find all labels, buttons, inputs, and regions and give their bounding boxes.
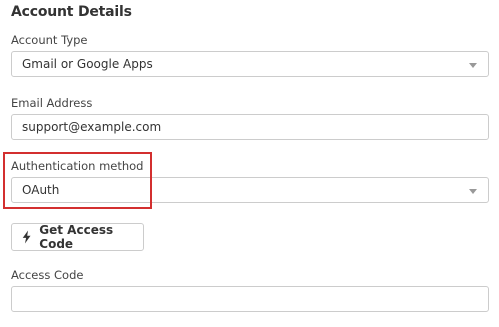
authentication-method-select[interactable]: OAuth xyxy=(11,177,489,203)
get-access-code-label: Get Access Code xyxy=(39,223,114,251)
access-code-input[interactable] xyxy=(11,286,489,312)
account-type-select[interactable]: Gmail or Google Apps xyxy=(11,51,489,77)
bolt-icon xyxy=(22,230,31,244)
caret-down-icon xyxy=(469,189,477,194)
get-access-code-button[interactable]: Get Access Code xyxy=(11,223,144,251)
account-type-value: Gmail or Google Apps xyxy=(22,57,153,71)
email-address-label: Email Address xyxy=(11,96,93,110)
caret-down-icon xyxy=(469,63,477,68)
account-type-label: Account Type xyxy=(11,33,88,47)
authentication-method-label: Authentication method xyxy=(11,159,144,173)
authentication-method-value: OAuth xyxy=(22,183,60,197)
access-code-label: Access Code xyxy=(11,268,84,282)
email-address-input[interactable] xyxy=(11,114,489,140)
section-title: Account Details xyxy=(11,4,132,20)
